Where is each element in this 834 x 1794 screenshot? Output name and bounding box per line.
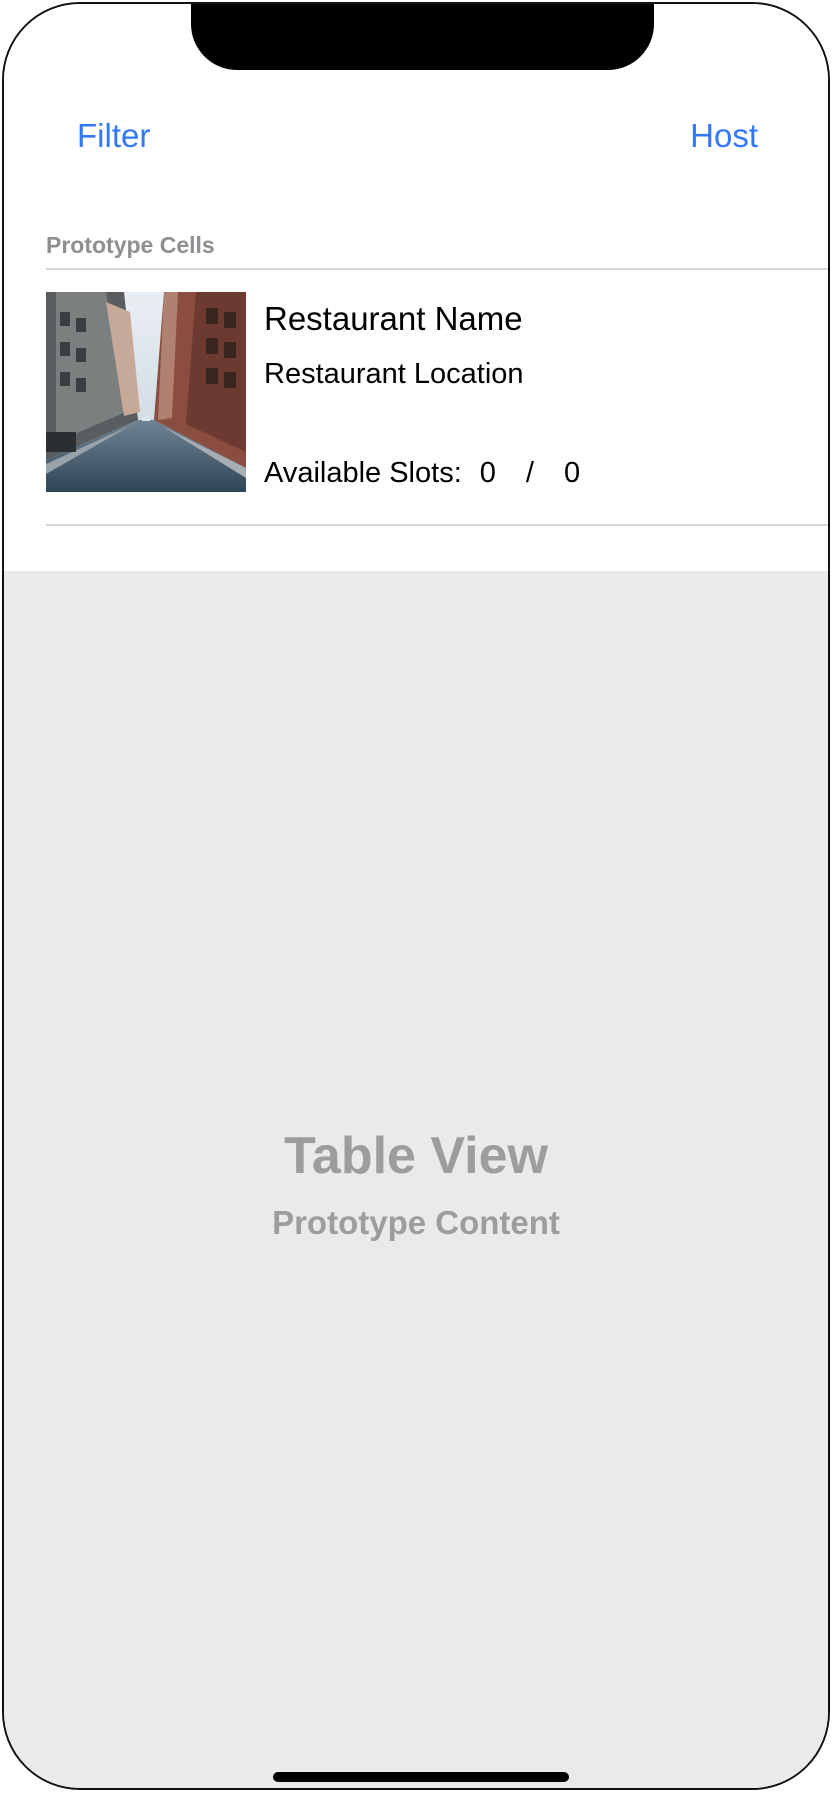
divider xyxy=(46,524,828,526)
phone-frame: Filter Host Prototype Cells Restaurant N… xyxy=(2,2,830,1790)
restaurant-image xyxy=(46,292,246,492)
slots-total: 0 xyxy=(563,457,581,489)
available-slots: Available Slots: 0 / 0 xyxy=(264,457,580,490)
slots-label: Available Slots: xyxy=(264,457,462,489)
host-button[interactable]: Host xyxy=(690,116,758,156)
filter-button[interactable]: Filter xyxy=(77,116,150,156)
table-view[interactable]: Prototype Cells Restaurant Name Restaura… xyxy=(4,214,828,574)
table-view-placeholder: Table View Prototype Content xyxy=(4,571,828,1788)
slots-separator: / xyxy=(525,457,534,489)
restaurant-cell[interactable]: Restaurant Name Restaurant Location Avai… xyxy=(46,270,828,526)
notch xyxy=(191,4,654,70)
placeholder-subtitle: Prototype Content xyxy=(272,1204,560,1241)
device-screen: Filter Host Prototype Cells Restaurant N… xyxy=(0,0,834,1794)
placeholder-title: Table View xyxy=(284,1127,548,1185)
section-header: Prototype Cells xyxy=(46,232,215,258)
home-indicator[interactable] xyxy=(273,1772,569,1782)
street-photo-icon xyxy=(46,292,246,492)
restaurant-location-label: Restaurant Location xyxy=(264,358,524,390)
slots-current: 0 xyxy=(479,457,496,489)
restaurant-name-label: Restaurant Name xyxy=(264,300,523,337)
